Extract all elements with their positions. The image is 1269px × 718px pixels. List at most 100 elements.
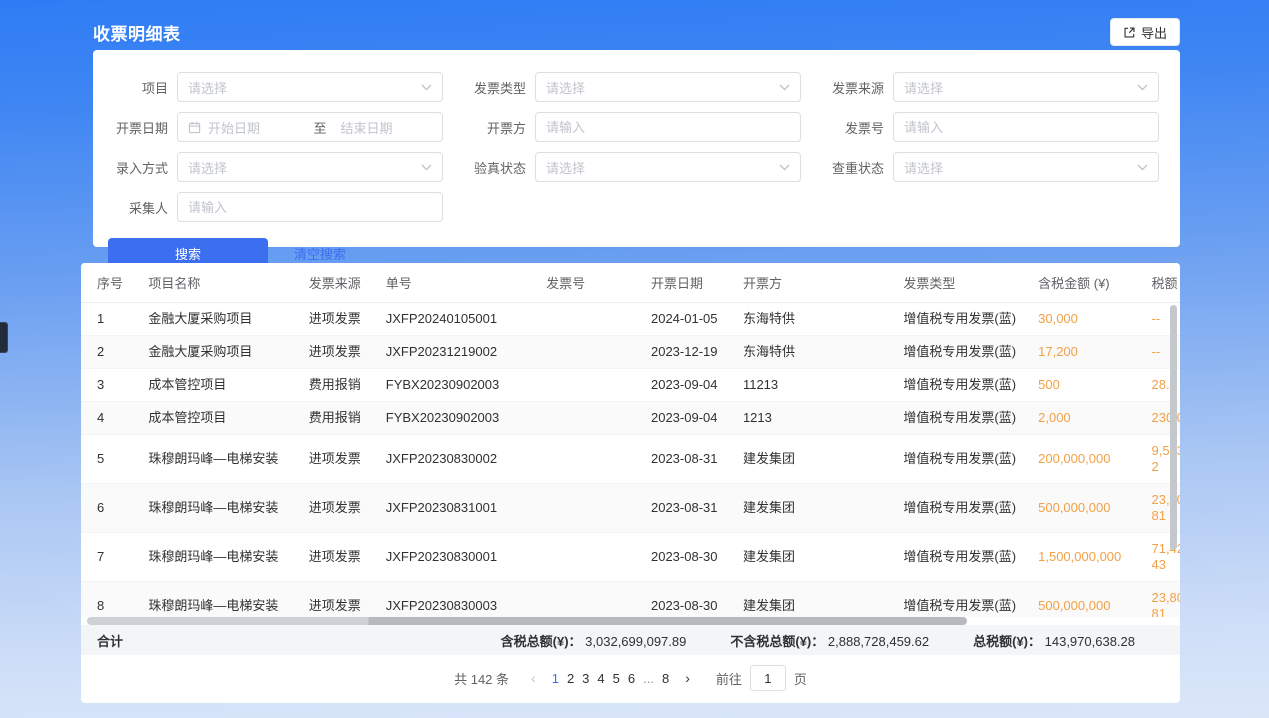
invoice-type-select[interactable]: 请选择 bbox=[535, 72, 801, 102]
page-list: 123456...8 bbox=[548, 671, 673, 686]
table-cell: 增值税专用发票(蓝) bbox=[887, 582, 1022, 618]
table-cell bbox=[530, 303, 635, 336]
vertical-scrollbar[interactable] bbox=[1170, 305, 1177, 550]
table-cell: 4 bbox=[81, 402, 132, 435]
page-title: 收票明细表 bbox=[93, 20, 181, 45]
export-label: 导出 bbox=[1141, 23, 1167, 42]
horizontal-scrollbar[interactable] bbox=[87, 617, 967, 625]
table-row: 1金融大厦采购项目进项发票JXFP202401050012024-01-05东海… bbox=[81, 303, 1180, 336]
page-number-3[interactable]: 3 bbox=[578, 671, 593, 686]
invoice-no-input[interactable] bbox=[904, 120, 1148, 135]
verify-status-select-placeholder: 请选择 bbox=[546, 158, 773, 177]
entry-method-label: 录入方式 bbox=[93, 158, 177, 177]
page-number-8[interactable]: 8 bbox=[658, 671, 673, 686]
export-button[interactable]: 导出 bbox=[1110, 18, 1180, 46]
page-number-1[interactable]: 1 bbox=[548, 671, 563, 686]
table-cell: 建发集团 bbox=[727, 582, 887, 618]
table-cell: 200,000,000 bbox=[1022, 435, 1135, 484]
collector-input[interactable] bbox=[188, 200, 432, 215]
table-cell: 东海特供 bbox=[727, 336, 887, 369]
table-cell: 500,000,000 bbox=[1022, 582, 1135, 618]
table-cell: 珠穆朗玛峰—电梯安装 bbox=[132, 582, 292, 618]
table-cell: 2023-09-04 bbox=[635, 402, 727, 435]
table-cell: 建发集团 bbox=[727, 484, 887, 533]
table-cell: 增值税专用发票(蓝) bbox=[887, 303, 1022, 336]
table-cell: 进项发票 bbox=[293, 303, 370, 336]
col-invoice-source: 发票来源 bbox=[293, 263, 370, 303]
duplicate-status-select-placeholder: 请选择 bbox=[904, 158, 1131, 177]
entry-method-select-placeholder: 请选择 bbox=[188, 158, 415, 177]
total-incl-tax: 含税总额(¥)： 3,032,699,097.89 bbox=[501, 631, 687, 650]
col-issuer: 开票方 bbox=[727, 263, 887, 303]
table-cell: JXFP20230830002 bbox=[370, 435, 530, 484]
entry-method-select[interactable]: 请选择 bbox=[177, 152, 443, 182]
start-date-placeholder[interactable]: 开始日期 bbox=[208, 118, 300, 137]
table-cell: 2024-01-05 bbox=[635, 303, 727, 336]
page-number-5[interactable]: 5 bbox=[609, 671, 624, 686]
calendar-icon bbox=[188, 121, 201, 134]
table-cell: 增值税专用发票(蓝) bbox=[887, 402, 1022, 435]
table-cell: JXFP20240105001 bbox=[370, 303, 530, 336]
table-cell: 增值税专用发票(蓝) bbox=[887, 484, 1022, 533]
table-cell: 7 bbox=[81, 533, 132, 582]
table-cell: 增值税专用发票(蓝) bbox=[887, 533, 1022, 582]
invoice-date-range[interactable]: 开始日期 至 结束日期 bbox=[177, 112, 443, 142]
project-label: 项目 bbox=[93, 78, 177, 97]
table-cell: 2023-08-31 bbox=[635, 435, 727, 484]
table-cell: 建发集团 bbox=[727, 533, 887, 582]
table-cell: 进项发票 bbox=[293, 484, 370, 533]
table-cell: FYBX20230902003 bbox=[370, 402, 530, 435]
issuer-input[interactable] bbox=[546, 120, 790, 135]
goto-label: 前往 bbox=[716, 669, 742, 688]
verify-status-select[interactable]: 请选择 bbox=[535, 152, 801, 182]
invoice-source-select[interactable]: 请选择 bbox=[893, 72, 1159, 102]
table-cell bbox=[530, 533, 635, 582]
page-number-6[interactable]: 6 bbox=[624, 671, 639, 686]
duplicate-status-select[interactable]: 请选择 bbox=[893, 152, 1159, 182]
next-page-button[interactable]: › bbox=[677, 670, 698, 686]
table-cell bbox=[530, 336, 635, 369]
project-select[interactable]: 请选择 bbox=[177, 72, 443, 102]
table-cell: JXFP20230830003 bbox=[370, 582, 530, 618]
invoice-type-select-placeholder: 请选择 bbox=[546, 78, 773, 97]
project-select-placeholder: 请选择 bbox=[188, 78, 415, 97]
table-cell: 2,000 bbox=[1022, 402, 1135, 435]
table-cell: 进项发票 bbox=[293, 533, 370, 582]
total-tax-label: 总税额(¥)： bbox=[973, 634, 1041, 649]
page-number-4[interactable]: 4 bbox=[593, 671, 608, 686]
table-cell: 5 bbox=[81, 435, 132, 484]
table-cell bbox=[530, 435, 635, 484]
clear-search-link[interactable]: 清空搜索 bbox=[294, 244, 346, 263]
end-date-placeholder[interactable]: 结束日期 bbox=[341, 118, 433, 137]
table-cell: FYBX20230902003 bbox=[370, 369, 530, 402]
prev-page-button[interactable]: ‹ bbox=[523, 670, 544, 686]
col-invoice-date: 开票日期 bbox=[635, 263, 727, 303]
table-cell: 30,000 bbox=[1022, 303, 1135, 336]
invoice-type-label: 发票类型 bbox=[451, 78, 535, 97]
table-cell: 增值税专用发票(蓝) bbox=[887, 336, 1022, 369]
chevron-down-icon bbox=[779, 84, 790, 91]
table-cell bbox=[530, 484, 635, 533]
invoice-table: 序号 项目名称 发票来源 单号 发票号 开票日期 开票方 发票类型 含税金额 (… bbox=[81, 263, 1180, 617]
chevron-down-icon bbox=[421, 84, 432, 91]
collector-label: 采集人 bbox=[93, 198, 177, 217]
sidebar-collapse-handle[interactable] bbox=[0, 322, 8, 353]
total-excl-tax-label: 不含税总额(¥)： bbox=[730, 634, 824, 649]
col-order-no: 单号 bbox=[370, 263, 530, 303]
table-row: 7珠穆朗玛峰—电梯安装进项发票JXFP202308300012023-08-30… bbox=[81, 533, 1180, 582]
table-cell: 珠穆朗玛峰—电梯安装 bbox=[132, 435, 292, 484]
chevron-down-icon bbox=[1137, 84, 1148, 91]
issuer-label: 开票方 bbox=[451, 118, 535, 137]
table-cell: 11213 bbox=[727, 369, 887, 402]
total-incl-tax-label: 含税总额(¥)： bbox=[501, 634, 582, 649]
invoice-date-label: 开票日期 bbox=[93, 118, 177, 137]
invoice-source-select-placeholder: 请选择 bbox=[904, 78, 1131, 97]
goto-page-input[interactable] bbox=[750, 665, 786, 691]
table-cell: JXFP20230830001 bbox=[370, 533, 530, 582]
total-incl-tax-value: 3,032,699,097.89 bbox=[585, 634, 686, 649]
table-cell: 金融大厦采购项目 bbox=[132, 303, 292, 336]
chevron-down-icon bbox=[1137, 164, 1148, 171]
page-ellipsis: ... bbox=[639, 671, 658, 686]
table-cell: 2023-09-04 bbox=[635, 369, 727, 402]
page-number-2[interactable]: 2 bbox=[563, 671, 578, 686]
